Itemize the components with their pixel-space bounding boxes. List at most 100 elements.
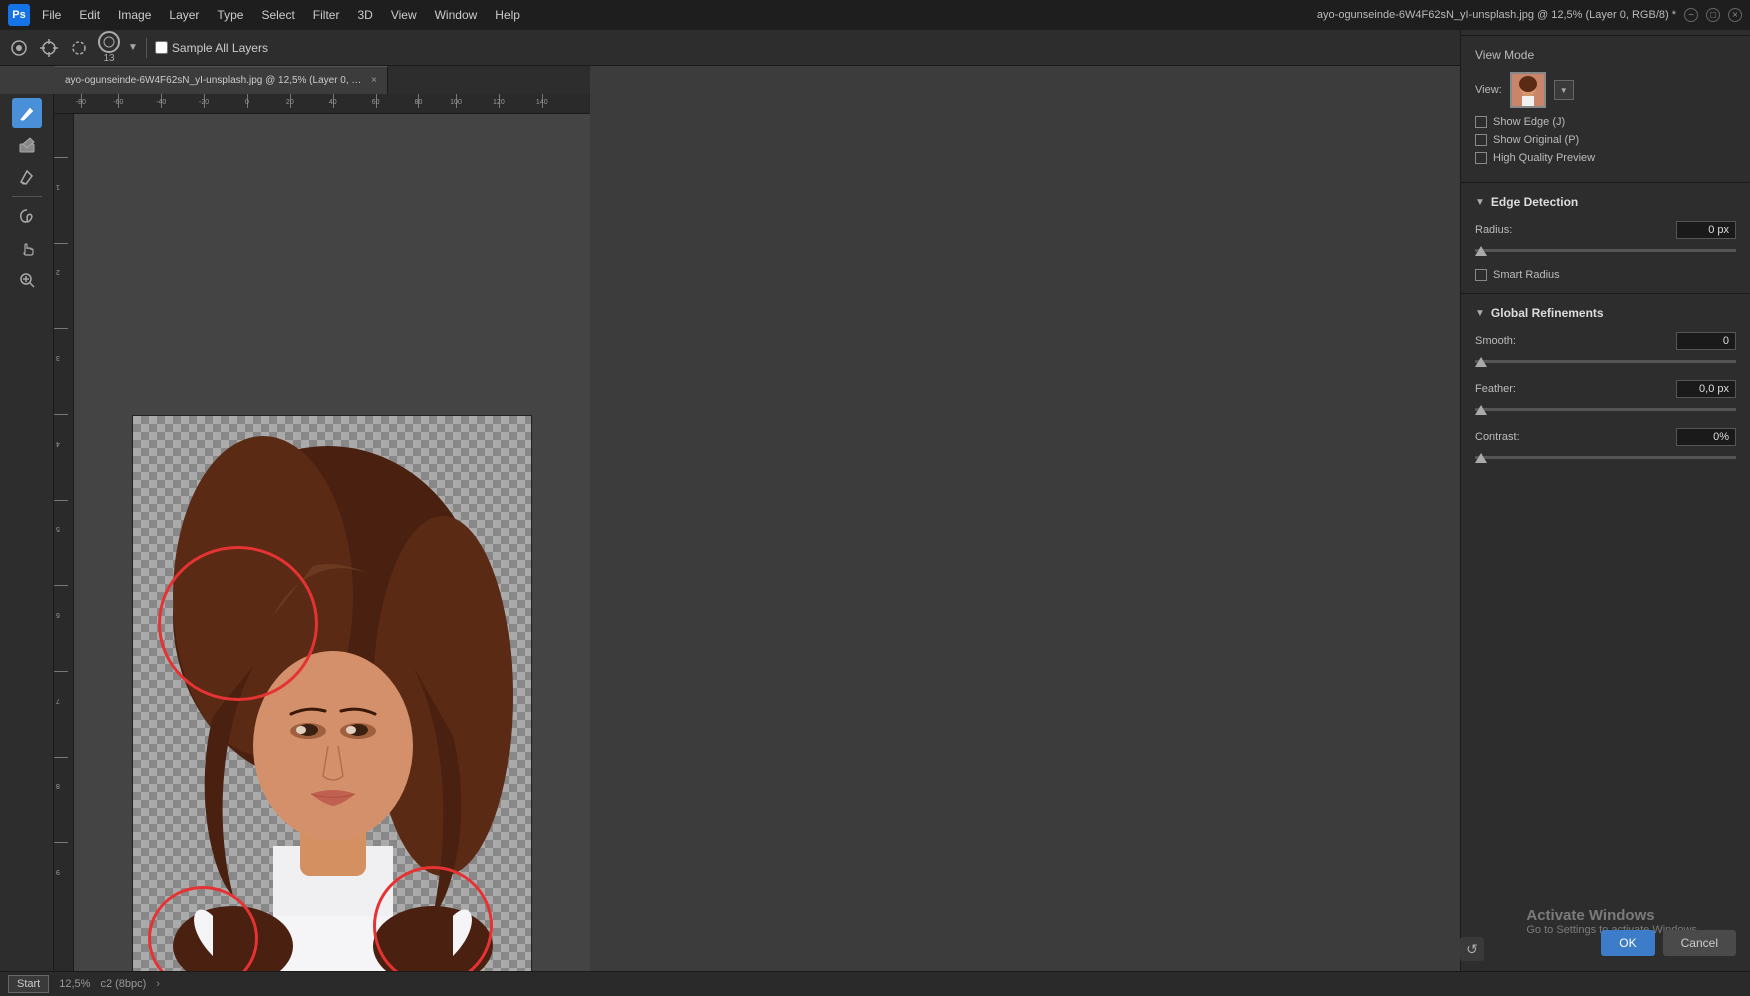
view-thumbnail[interactable]: [1510, 72, 1546, 108]
menu-edit[interactable]: Edit: [71, 4, 108, 26]
contrast-slider-thumb[interactable]: [1475, 453, 1487, 463]
activate-windows-title: Activate Windows: [1526, 907, 1700, 924]
ok-button[interactable]: OK: [1601, 930, 1654, 956]
smooth-row: Smooth:: [1475, 332, 1736, 368]
tool-zoom[interactable]: [12, 265, 42, 295]
radius-slider-track: [1475, 249, 1736, 252]
brush-settings-dropdown[interactable]: ▼: [128, 42, 138, 53]
sample-all-layers-option[interactable]: Sample All Layers: [155, 41, 268, 55]
toolbar-divider-1: [12, 196, 42, 197]
ruler-horizontal: -80 -60 -40 -20 0 20 40 60 80 100 120 14…: [54, 94, 590, 114]
show-edge-label: Show Edge (J): [1493, 116, 1565, 128]
edge-detection-header[interactable]: ▼ Edge Detection: [1475, 195, 1736, 209]
right-panel: Properties View Mode View: ▼ Show Edge (…: [1460, 0, 1750, 996]
maximize-button[interactable]: □: [1706, 8, 1720, 22]
show-original-label: Show Original (P): [1493, 134, 1579, 146]
radius-value-input[interactable]: [1676, 221, 1736, 239]
show-original-row: Show Original (P): [1475, 134, 1736, 146]
tool-lasso[interactable]: [12, 201, 42, 231]
left-toolbar: [0, 94, 54, 971]
feather-slider-thumb[interactable]: [1475, 405, 1487, 415]
global-refinements-section: ▼ Global Refinements Smooth: Feather:: [1461, 294, 1750, 488]
show-original-checkbox[interactable]: [1475, 134, 1487, 146]
feather-row: Feather:: [1475, 380, 1736, 416]
radius-label: Radius:: [1475, 224, 1512, 236]
close-button[interactable]: ×: [1728, 8, 1742, 22]
options-divider-1: [146, 38, 147, 58]
feather-label: Feather:: [1475, 383, 1516, 395]
panel-bottom-icons: ↺: [1460, 937, 1484, 961]
tool-hand[interactable]: [12, 233, 42, 263]
contrast-value-input[interactable]: [1676, 428, 1736, 446]
radius-slider-container: [1475, 243, 1736, 257]
undo-button[interactable]: ↺: [1460, 937, 1484, 961]
view-mode-label: View Mode: [1475, 48, 1736, 62]
doc-title: ayo-ogunseinde-6W4F62sN_yI-unsplash.jpg …: [1317, 9, 1676, 21]
circle-dashed-icon[interactable]: [68, 37, 90, 59]
menu-filter[interactable]: Filter: [305, 4, 348, 26]
view-mode-section: View Mode View: ▼ Show Edge (J) Show Ori…: [1461, 36, 1750, 183]
menu-help[interactable]: Help: [487, 4, 528, 26]
menu-3d[interactable]: 3D: [349, 4, 380, 26]
tab-bar: ayo-ogunseinde-6W4F62sN_yI-unsplash.jpg …: [55, 66, 590, 94]
cancel-button[interactable]: Cancel: [1663, 930, 1736, 956]
radius-slider-thumb[interactable]: [1475, 246, 1487, 256]
high-quality-checkbox[interactable]: [1475, 152, 1487, 164]
contrast-row: Contrast:: [1475, 428, 1736, 464]
global-refinements-chevron: ▼: [1475, 308, 1485, 319]
smart-radius-checkbox[interactable]: [1475, 269, 1487, 281]
smooth-slider-track: [1475, 360, 1736, 363]
title-bar-right: ayo-ogunseinde-6W4F62sN_yI-unsplash.jpg …: [1317, 8, 1742, 22]
feather-slider-container: [1475, 402, 1736, 416]
tool-pencil[interactable]: [12, 162, 42, 192]
radius-label-row: Radius:: [1475, 221, 1736, 239]
smooth-slider-thumb[interactable]: [1475, 357, 1487, 367]
menu-image[interactable]: Image: [110, 4, 159, 26]
smooth-label-row: Smooth:: [1475, 332, 1736, 350]
canvas-area[interactable]: [74, 114, 590, 971]
view-row: View: ▼: [1475, 72, 1736, 108]
minimize-button[interactable]: −: [1684, 8, 1698, 22]
smooth-slider-container: [1475, 354, 1736, 368]
zoom-level: 12,5%: [59, 978, 90, 990]
contrast-slider-container: [1475, 450, 1736, 464]
brush-size-display[interactable]: 13: [98, 31, 120, 64]
menu-layer[interactable]: Layer: [161, 4, 207, 26]
color-mode: c2 (8bpc): [100, 978, 146, 990]
contrast-label-row: Contrast:: [1475, 428, 1736, 446]
smooth-label: Smooth:: [1475, 335, 1516, 347]
feather-slider-track: [1475, 408, 1736, 411]
ps-logo: Ps: [8, 4, 30, 26]
global-refinements-title: Global Refinements: [1491, 306, 1604, 320]
crosshair-icon[interactable]: [38, 37, 60, 59]
global-refinements-header[interactable]: ▼ Global Refinements: [1475, 306, 1736, 320]
tool-brush[interactable]: [12, 98, 42, 128]
contrast-slider-track: [1475, 456, 1736, 459]
menu-type[interactable]: Type: [209, 4, 251, 26]
edge-detection-chevron: ▼: [1475, 197, 1485, 208]
menu-select[interactable]: Select: [253, 4, 302, 26]
smooth-value-input[interactable]: [1676, 332, 1736, 350]
tool-eraser[interactable]: [12, 130, 42, 160]
doc-tab-close[interactable]: ×: [371, 75, 377, 86]
edge-detection-section: ▼ Edge Detection Radius: Smart Radius: [1461, 183, 1750, 294]
feather-value-input[interactable]: [1676, 380, 1736, 398]
document-tab[interactable]: ayo-ogunseinde-6W4F62sN_yI-unsplash.jpg …: [55, 66, 388, 94]
ruler-vertical: 1 2 3 4 5 6 7 8 9: [54, 114, 74, 971]
action-buttons: OK Cancel: [1601, 930, 1736, 956]
sample-all-layers-checkbox[interactable]: [155, 41, 168, 54]
show-edge-checkbox[interactable]: [1475, 116, 1487, 128]
high-quality-preview-row: High Quality Preview: [1475, 152, 1736, 164]
start-button[interactable]: Start: [8, 975, 49, 993]
view-label: View:: [1475, 84, 1502, 96]
feather-label-row: Feather:: [1475, 380, 1736, 398]
menu-window[interactable]: Window: [427, 4, 486, 26]
menu-file[interactable]: File: [34, 4, 69, 26]
menu-view[interactable]: View: [383, 4, 425, 26]
view-dropdown-button[interactable]: ▼: [1554, 80, 1574, 100]
edge-detection-title: Edge Detection: [1491, 195, 1578, 209]
brush-tool-icon[interactable]: [8, 37, 30, 59]
bottom-bar: Start 12,5% c2 (8bpc) ›: [0, 971, 1750, 996]
expand-arrow[interactable]: ›: [156, 978, 160, 990]
annotation-circle-1: [158, 546, 318, 701]
